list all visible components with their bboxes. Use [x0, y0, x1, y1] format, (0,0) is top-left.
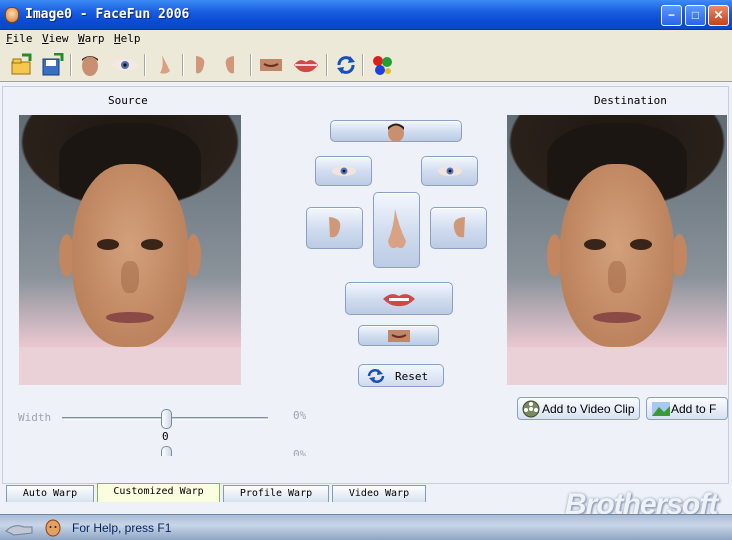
app-face-icon: [45, 519, 61, 537]
eye-icon: [437, 166, 462, 176]
toolbar: [0, 48, 732, 82]
nose-icon: [387, 209, 406, 249]
warp-nose-button[interactable]: [373, 192, 420, 268]
save-icon[interactable]: [40, 53, 64, 77]
warp-left-ear-button[interactable]: [306, 207, 363, 249]
tab-customized-warp[interactable]: Customized Warp: [97, 483, 220, 502]
add-to-video-clip-label: Add to Video Clip: [542, 402, 635, 416]
add-to-label: Add to F: [671, 402, 717, 416]
title-bar: Image0 - FaceFun 2006 − □ ✕: [0, 0, 732, 30]
destination-image[interactable]: [507, 115, 727, 385]
window-title: Image0 - FaceFun 2006: [25, 7, 190, 22]
menu-help[interactable]: Help: [114, 32, 141, 45]
landscape-icon: [652, 402, 670, 416]
film-reel-icon: [522, 400, 540, 418]
tab-profile-warp[interactable]: Profile Warp: [223, 485, 329, 502]
toolbar-separator: [182, 54, 184, 76]
refresh-icon: [367, 369, 385, 383]
reset-label: Reset: [395, 370, 429, 383]
toolbar-separator: [70, 54, 72, 76]
hand-icon: [5, 525, 33, 536]
toolbar-separator: [326, 54, 328, 76]
warp-chin-button[interactable]: [358, 325, 439, 346]
forehead-icon: [388, 123, 404, 141]
maximize-button[interactable]: □: [685, 5, 706, 26]
refresh-icon[interactable]: [334, 53, 358, 77]
status-bar: For Help, press F1: [0, 514, 732, 540]
menu-bar: File View Warp Help: [0, 30, 732, 48]
colors-icon[interactable]: [370, 53, 394, 77]
destination-label: Destination: [594, 94, 667, 107]
source-image[interactable]: [19, 115, 241, 385]
width-label: Width: [18, 411, 52, 424]
eye-icon: [331, 166, 356, 176]
close-button[interactable]: ✕: [708, 5, 729, 26]
warp-left-eye-button[interactable]: [315, 156, 372, 186]
reset-button[interactable]: Reset: [358, 364, 444, 387]
ear-left-icon[interactable]: [190, 53, 210, 77]
add-to-video-clip-button[interactable]: Add to Video Clip: [517, 397, 640, 420]
tab-video-warp[interactable]: Video Warp: [332, 485, 426, 502]
lips-icon[interactable]: [292, 53, 320, 77]
nose-icon[interactable]: [152, 53, 176, 77]
warp-mouth-button[interactable]: [345, 282, 453, 315]
menu-view[interactable]: View: [42, 32, 69, 45]
ear-right-icon[interactable]: [220, 53, 240, 77]
toolbar-separator: [144, 54, 146, 76]
tab-auto-warp[interactable]: Auto Warp: [6, 485, 94, 502]
warp-right-eye-button[interactable]: [421, 156, 478, 186]
status-text: For Help, press F1: [72, 521, 172, 535]
toolbar-separator: [250, 54, 252, 76]
chin-icon[interactable]: [258, 53, 284, 77]
warp-forehead-button[interactable]: [330, 120, 462, 142]
eye-icon[interactable]: [110, 53, 140, 77]
width-slider-thumb[interactable]: [161, 409, 172, 429]
toolbar-separator: [362, 54, 364, 76]
width-value: 0: [162, 430, 169, 443]
open-icon[interactable]: [10, 53, 34, 77]
face-icon[interactable]: [78, 53, 102, 77]
ear-icon: [328, 217, 340, 238]
second-slider-percent: 0%: [293, 448, 307, 456]
add-to-button[interactable]: Add to F: [646, 397, 728, 420]
lips-icon: [383, 293, 415, 306]
warp-right-ear-button[interactable]: [430, 207, 487, 249]
source-label: Source: [108, 94, 148, 107]
app-icon[interactable]: [5, 7, 19, 23]
chin-icon: [387, 329, 410, 342]
minimize-button[interactable]: −: [661, 5, 682, 26]
second-slider-thumb[interactable]: [161, 446, 172, 456]
menu-warp[interactable]: Warp: [78, 32, 105, 45]
ear-icon: [453, 217, 465, 238]
width-percent: 0%: [293, 409, 307, 422]
menu-file[interactable]: File: [6, 32, 33, 45]
